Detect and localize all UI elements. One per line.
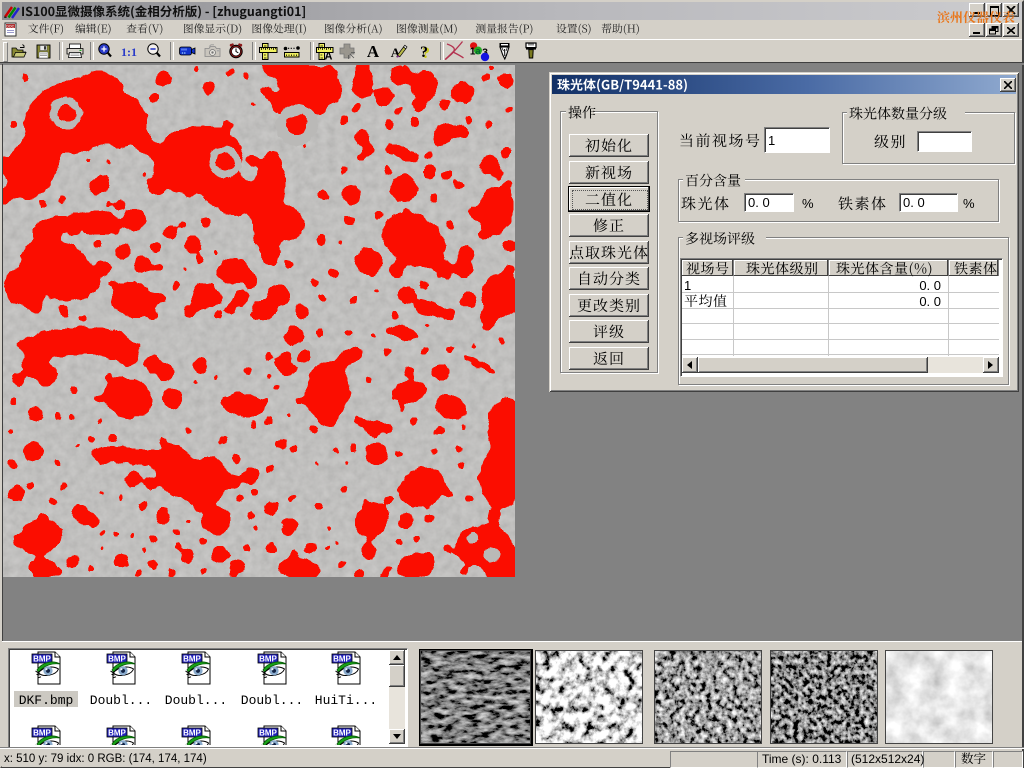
svg-text:Doubl...: Doubl... <box>241 693 303 708</box>
svg-text:a: a <box>475 46 481 57</box>
svg-text:DKF.bmp: DKF.bmp <box>19 693 74 708</box>
svg-text:(512x512x24): (512x512x24) <box>851 752 924 766</box>
svg-text:%: % <box>963 196 975 211</box>
svg-text:HuiTi...: HuiTi... <box>315 693 377 708</box>
svg-text:A: A <box>367 42 380 61</box>
svg-text:0. 0: 0. 0 <box>903 195 925 210</box>
svg-text:x: 510 y: 79 idx: 0 RGB: (17: x: 510 y: 79 idx: 0 RGB: (174, 174, 174) <box>4 753 207 765</box>
svg-text:1: 1 <box>768 133 775 148</box>
svg-text:Time (s): 0.113: Time (s): 0.113 <box>762 752 842 766</box>
svg-text:?: ? <box>420 44 428 61</box>
svg-text:0. 0: 0. 0 <box>919 278 941 293</box>
svg-text:0. 0: 0. 0 <box>748 195 770 210</box>
svg-text:0. 0: 0. 0 <box>919 294 941 309</box>
svg-text:%: % <box>802 196 814 211</box>
svg-text:Doubl...: Doubl... <box>90 693 152 708</box>
svg-text:1:1: 1:1 <box>121 45 137 59</box>
svg-text:A: A <box>325 51 333 63</box>
svg-text:Doubl...: Doubl... <box>165 693 227 708</box>
svg-text:1: 1 <box>684 278 691 293</box>
